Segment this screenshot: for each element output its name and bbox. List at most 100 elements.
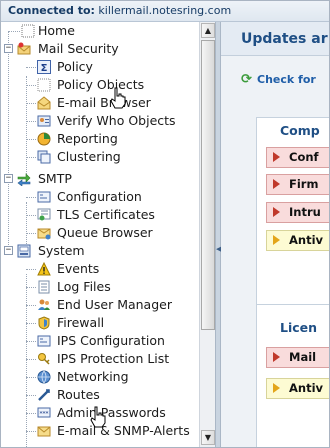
queue-browser-icon	[37, 228, 51, 240]
tree-item-clustering[interactable]: Clustering	[1, 148, 199, 166]
policy-sigma-icon: Σ	[37, 60, 51, 74]
scroll-up-arrow-icon[interactable]: ▲	[201, 23, 215, 38]
check-for-updates-link[interactable]: ⟳ Check for	[241, 72, 316, 87]
tree-label-log-files: Log Files	[57, 279, 111, 294]
email-snmp-alerts-icon	[37, 426, 51, 437]
home-icon	[21, 24, 35, 38]
configuration-icon	[37, 191, 51, 203]
tree-label-ips-protection-list: IPS Protection List	[57, 351, 170, 366]
email-browser-icon	[37, 96, 51, 110]
expand-arrow-icon	[273, 235, 280, 245]
tree-item-verify-who-objects[interactable]: Verify Who Objects	[1, 112, 199, 130]
expand-arrow-icon	[273, 152, 280, 162]
license-item-mail[interactable]: Mail	[266, 347, 329, 368]
tree-label-verify-who-objects: Verify Who Objects	[57, 113, 176, 128]
component-item-config[interactable]: Conf	[266, 147, 329, 168]
tree-item-networking[interactable]: Networking	[1, 368, 199, 386]
tree-item-configuration[interactable]: Configuration	[1, 188, 199, 206]
components-box: Comp Conf Firm Intru Antiv	[256, 117, 329, 307]
ips-protection-list-icon	[38, 353, 50, 365]
tree-item-admin-passwords[interactable]: *** Admin Passwords	[1, 404, 199, 422]
tree-label-admin-passwords: Admin Passwords	[57, 405, 166, 420]
tree-item-smtp[interactable]: − SMTP	[1, 170, 199, 188]
expand-arrow-icon	[273, 352, 280, 362]
reporting-pie-icon	[37, 132, 51, 146]
tree-item-email-snmp-alerts[interactable]: E-mail & SNMP-Alerts	[1, 422, 199, 440]
networking-icon	[37, 370, 51, 384]
svg-text:Σ: Σ	[41, 63, 48, 74]
expand-arrow-icon	[273, 383, 280, 393]
verify-who-icon	[37, 115, 51, 127]
scroll-thumb[interactable]	[201, 40, 215, 330]
tree-label-mail-security: Mail Security	[38, 41, 119, 56]
tree-label-email-snmp-alerts: E-mail & SNMP-Alerts	[57, 423, 190, 438]
tree-label-events: Events	[57, 261, 100, 276]
collapse-icon[interactable]: −	[4, 44, 13, 53]
tree-item-system[interactable]: − System	[1, 242, 199, 260]
tree-label-end-user-manager: End User Manager	[57, 297, 172, 312]
events-warning-icon	[37, 262, 51, 276]
tree-label-email-browser: E-mail Browser	[57, 95, 151, 110]
license-item-label: Antiv	[289, 381, 324, 395]
clustering-icon	[37, 150, 51, 164]
tree-label-configuration: Configuration	[57, 189, 142, 204]
expand-arrow-icon	[273, 207, 280, 217]
component-item-label: Antiv	[289, 233, 324, 247]
tls-certificates-icon	[37, 208, 51, 221]
licenses-box: Licen Mail Antiv	[256, 304, 329, 447]
log-files-icon	[38, 280, 50, 294]
ips-configuration-icon	[37, 335, 51, 347]
components-heading: Comp	[280, 123, 320, 138]
tree-item-firewall[interactable]: Firewall	[1, 314, 199, 332]
end-user-manager-icon	[38, 299, 50, 310]
tree-label-firewall: Firewall	[57, 315, 105, 330]
component-item-label: Firm	[289, 177, 319, 191]
licenses-heading: Licen	[280, 320, 318, 335]
tree-label-reporting: Reporting	[57, 131, 118, 146]
tree-item-policy[interactable]: Σ Policy	[1, 58, 199, 76]
mail-security-folder-icon	[17, 42, 31, 55]
tree-item-tls-certificates[interactable]: TLS Certificates	[1, 206, 199, 224]
tree-label-home: Home	[38, 23, 75, 38]
system-icon	[17, 244, 31, 258]
tree-label-policy-objects: Policy Objects	[57, 77, 145, 92]
tree-label-clustering: Clustering	[57, 149, 121, 164]
tree-item-policy-objects[interactable]: Policy Objects	[1, 76, 199, 94]
tree-label-ips-configuration: IPS Configuration	[57, 333, 165, 348]
panel-title: Updates ar	[221, 22, 329, 56]
tree-item-reporting[interactable]: Reporting	[1, 130, 199, 148]
connected-host: killermail.notesring.com	[98, 4, 232, 17]
updates-panel: Updates ar ⟳ Check for Comp Conf Firm Int…	[221, 22, 329, 447]
tree-label-tls-certificates: TLS Certificates	[57, 207, 155, 222]
routes-icon	[38, 389, 50, 401]
tree-item-home[interactable]: Home	[1, 22, 199, 40]
app-window: Connected to: killermail.notesring.com H…	[0, 0, 330, 448]
firewall-icon	[38, 316, 50, 330]
license-item-antivirus[interactable]: Antiv	[266, 378, 329, 399]
tree-label-routes: Routes	[57, 387, 100, 402]
tree-label-networking: Networking	[57, 369, 129, 384]
tree-label-queue-browser: Queue Browser	[57, 225, 153, 240]
tree-item-queue-browser[interactable]: Queue Browser	[1, 224, 199, 242]
tree-item-routes[interactable]: Routes	[1, 386, 199, 404]
tree-item-events[interactable]: Events	[1, 260, 199, 278]
tree-item-ips-protection-list[interactable]: IPS Protection List	[1, 350, 199, 368]
component-item-antivirus[interactable]: Antiv	[266, 230, 329, 251]
collapse-icon[interactable]: −	[4, 174, 13, 183]
tree-item-mail-security[interactable]: − Mail Security	[1, 40, 199, 58]
scroll-down-arrow-icon[interactable]: ▼	[201, 430, 215, 445]
check-link-label: Check for	[257, 73, 316, 86]
connection-bar: Connected to: killermail.notesring.com	[1, 1, 329, 22]
tree-item-ips-configuration[interactable]: IPS Configuration	[1, 332, 199, 350]
tree-item-email-browser[interactable]: E-mail Browser	[1, 94, 199, 112]
tree-label-system: System	[38, 243, 85, 258]
tree-item-log-files[interactable]: Log Files	[1, 278, 199, 296]
tree-label-smtp: SMTP	[38, 171, 72, 186]
component-item-intrusion[interactable]: Intru	[266, 202, 329, 223]
tree-scrollbar[interactable]: ▲ ▼	[199, 22, 215, 447]
tree-item-end-user-manager[interactable]: End User Manager	[1, 296, 199, 314]
refresh-icon: ⟳	[241, 72, 252, 87]
component-item-firmware[interactable]: Firm	[266, 174, 329, 195]
collapse-icon[interactable]: −	[4, 246, 13, 255]
connected-label: Connected to:	[8, 4, 95, 17]
